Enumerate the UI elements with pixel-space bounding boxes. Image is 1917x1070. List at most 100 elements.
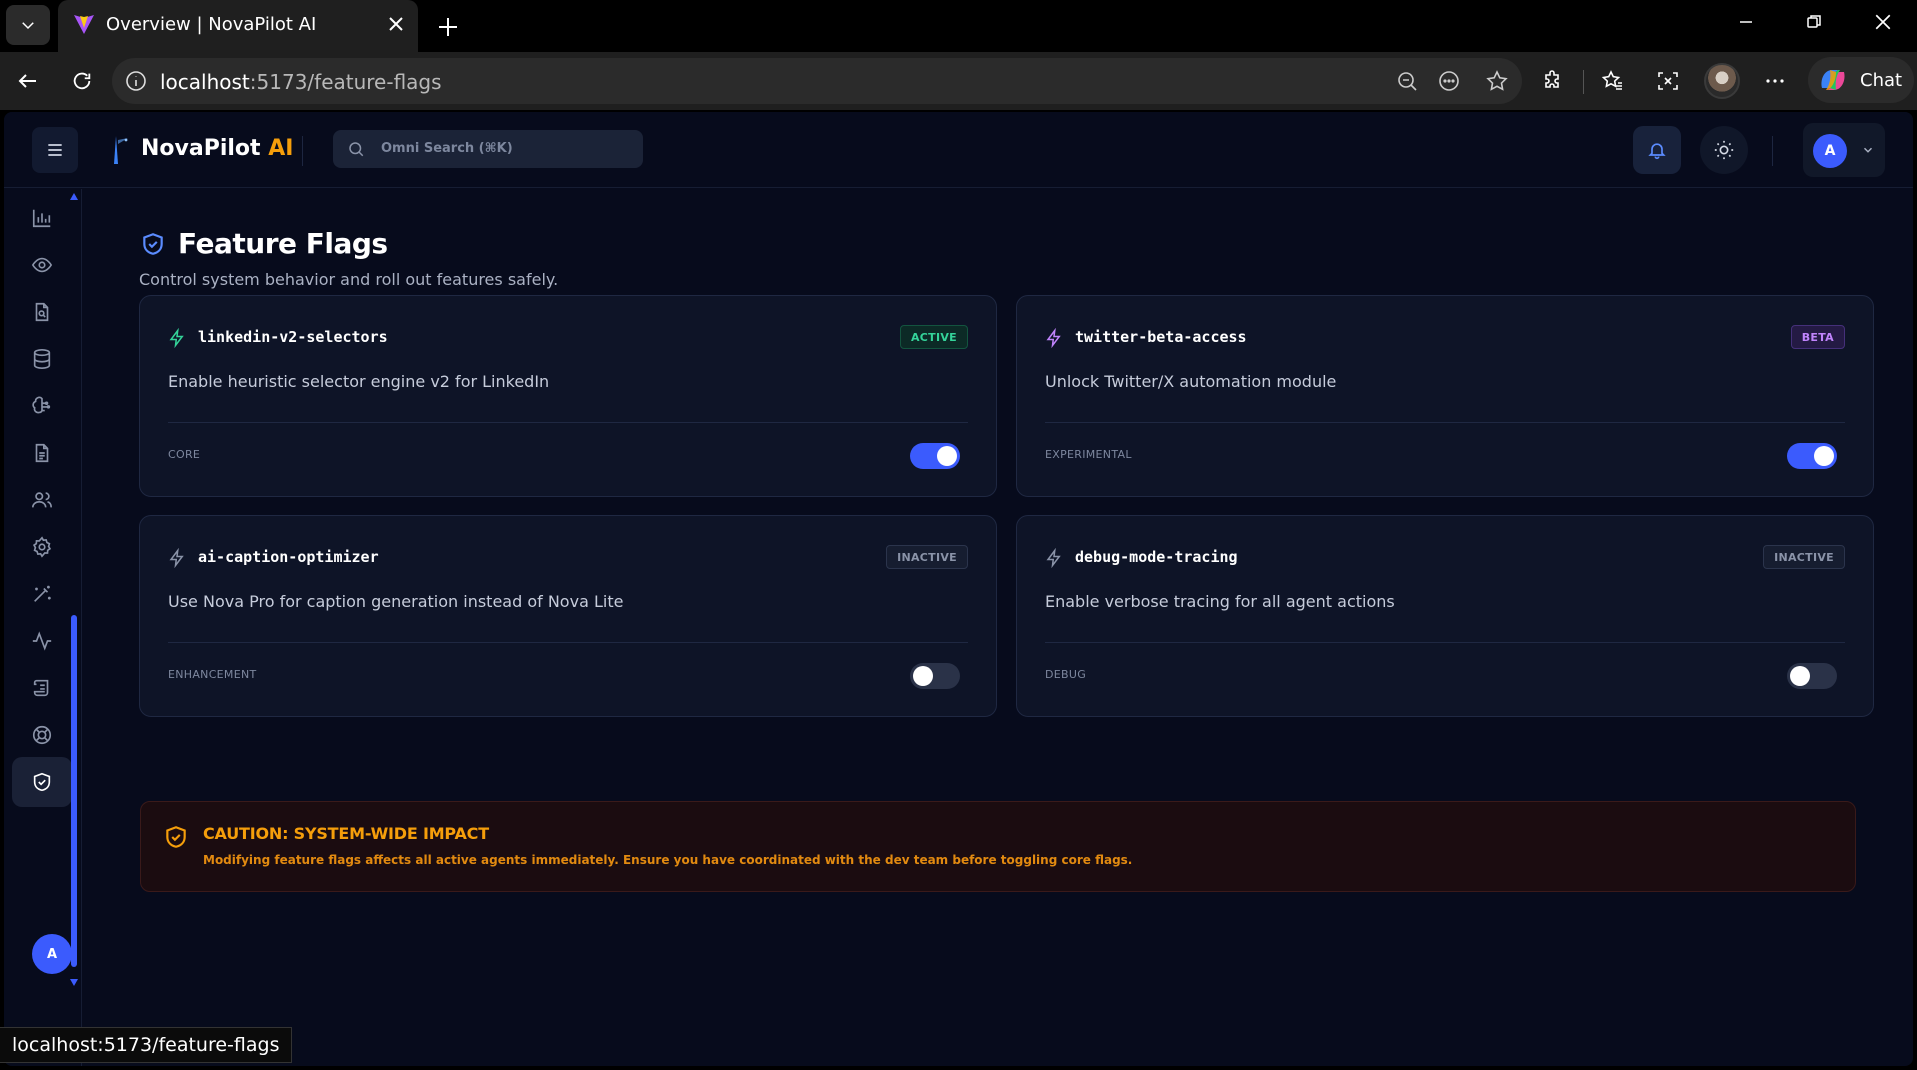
chat-label: Chat <box>1860 70 1903 91</box>
zoom-out-icon <box>1398 72 1417 91</box>
screenshot-button[interactable] <box>1648 61 1688 101</box>
scroll-thumb[interactable] <box>71 615 77 967</box>
sidebar-item-magic[interactable] <box>12 569 72 619</box>
status-badge: ACTIVE <box>899 325 968 349</box>
minimize-button[interactable] <box>1716 0 1776 44</box>
sidebar-user-avatar[interactable]: A <box>32 934 72 974</box>
brand-name[interactable]: NovaPilot AI <box>141 136 293 161</box>
url-text[interactable]: localhost:5173/feature-flags <box>160 70 442 94</box>
browser-tab[interactable]: Overview | NovaPilot AI <box>58 0 418 52</box>
new-tab-button[interactable] <box>430 9 466 45</box>
flag-toggle[interactable] <box>910 443 960 469</box>
tab-title: Overview | NovaPilot AI <box>106 14 317 35</box>
flag-card: debug-mode-tracing INACTIVE Enable verbo… <box>1016 515 1874 717</box>
flag-description: Unlock Twitter/X automation module <box>1045 372 1337 391</box>
arrow-left-icon <box>18 74 36 88</box>
chevron-down-icon <box>22 22 34 30</box>
address-bar[interactable]: localhost:5173/feature-flags <box>112 58 1522 104</box>
bolt-icon <box>1046 328 1061 348</box>
app-header: NovaPilot AI Omni Search (⌘K) A <box>4 112 1913 188</box>
sidebar-item-support[interactable] <box>12 710 72 760</box>
sidebar-item-activity[interactable] <box>12 616 72 666</box>
flag-toggle[interactable] <box>1787 663 1837 689</box>
info-icon[interactable] <box>124 69 148 93</box>
card-divider <box>1045 422 1845 423</box>
flag-category: DEBUG <box>1045 668 1087 681</box>
bolt-icon <box>169 548 184 568</box>
restore-button[interactable] <box>1784 0 1844 44</box>
profile-avatar[interactable] <box>1704 63 1740 99</box>
minimize-icon <box>1740 21 1752 23</box>
brain-icon <box>32 396 51 414</box>
scroll-icon <box>33 679 49 697</box>
app-window: NovaPilot AI Omni Search (⌘K) A A Featur… <box>4 112 1913 1066</box>
browser-toolbar: localhost:5173/feature-flags Chat <box>0 52 1917 110</box>
shield-alert-icon <box>166 826 186 848</box>
flag-card: linkedin-v2-selectors ACTIVE Enable heur… <box>139 295 997 497</box>
flag-category: EXPERIMENTAL <box>1045 448 1132 461</box>
page-subtitle: Control system behavior and roll out fea… <box>139 270 559 289</box>
sidebar-item-file-search[interactable] <box>12 287 72 337</box>
sidebar-item-documents[interactable] <box>12 428 72 478</box>
extensions-button[interactable] <box>1533 61 1573 101</box>
browser-tab-bar: Overview | NovaPilot AI <box>0 0 1917 52</box>
document-icon <box>35 443 49 463</box>
sidebar-scrollbar[interactable] <box>70 189 78 986</box>
header-separator <box>1772 136 1773 166</box>
header-separator <box>302 136 303 166</box>
reload-button[interactable] <box>62 61 102 101</box>
magic-wand-icon <box>34 585 51 602</box>
favorites-button[interactable] <box>1593 61 1633 101</box>
novapilot-logo-icon <box>114 136 128 164</box>
sidebar: A <box>4 189 82 1066</box>
sidebar-item-logs[interactable] <box>12 663 72 713</box>
zoom-out-button[interactable] <box>1392 66 1422 96</box>
sidebar-item-users[interactable] <box>12 475 72 525</box>
flag-key: debug-mode-tracing <box>1075 548 1238 566</box>
database-icon <box>33 349 51 369</box>
flag-card: ai-caption-optimizer INACTIVE Use Nova P… <box>139 515 997 717</box>
notifications-button[interactable] <box>1633 126 1681 174</box>
screenshot-icon <box>1658 72 1678 90</box>
back-button[interactable] <box>8 61 48 101</box>
flag-card: twitter-beta-access BETA Unlock Twitter/… <box>1016 295 1874 497</box>
copilot-icon <box>1821 70 1845 90</box>
search-placeholder: Omni Search (⌘K) <box>381 141 513 156</box>
user-menu-button[interactable]: A <box>1803 123 1885 177</box>
sidebar-item-analytics[interactable] <box>12 193 72 243</box>
scroll-down-arrow[interactable] <box>70 979 78 986</box>
sidebar-item-settings[interactable] <box>12 522 72 572</box>
toggle-knob <box>913 666 933 686</box>
reading-view-button[interactable] <box>1434 66 1464 96</box>
sidebar-item-feature-flags[interactable] <box>12 757 72 807</box>
flag-description: Use Nova Pro for caption generation inst… <box>168 592 624 611</box>
window-close-button[interactable] <box>1853 0 1913 44</box>
activity-icon <box>32 631 52 651</box>
search-icon <box>349 142 364 157</box>
reload-icon <box>73 72 91 90</box>
omni-search-input[interactable]: Omni Search (⌘K) <box>333 130 643 168</box>
copilot-chat-button[interactable]: Chat <box>1808 57 1914 103</box>
toggle-knob <box>1790 666 1810 686</box>
settings-more-button[interactable] <box>1755 61 1795 101</box>
hamburger-icon <box>48 144 62 156</box>
sidebar-item-ai-brain[interactable] <box>12 381 72 431</box>
more-horizontal-icon <box>1766 79 1784 83</box>
sidebar-item-database[interactable] <box>12 334 72 384</box>
status-badge: INACTIVE <box>886 545 968 569</box>
flag-toggle[interactable] <box>910 663 960 689</box>
close-icon[interactable] <box>384 12 408 36</box>
flag-toggle[interactable] <box>1787 443 1837 469</box>
scroll-up-arrow[interactable] <box>70 193 78 200</box>
bolt-icon <box>169 328 184 348</box>
sidebar-item-monitor[interactable] <box>12 240 72 290</box>
user-avatar: A <box>1813 134 1847 168</box>
menu-toggle-button[interactable] <box>32 127 78 173</box>
lifebuoy-icon <box>32 725 52 745</box>
file-search-icon <box>35 302 49 322</box>
favorite-button[interactable] <box>1482 66 1512 96</box>
tab-list-button[interactable] <box>6 5 50 45</box>
caution-body: Modifying feature flags affects all acti… <box>203 853 1133 867</box>
card-divider <box>168 422 968 423</box>
theme-toggle-button[interactable] <box>1700 126 1748 174</box>
